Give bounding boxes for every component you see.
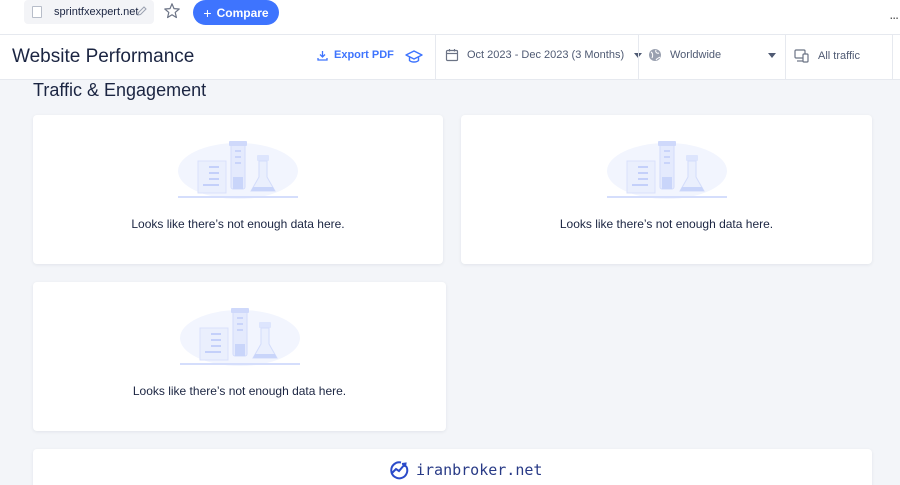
divider xyxy=(435,35,436,80)
chevron-down-icon xyxy=(768,52,776,58)
top-bar: sprintfxexpert.net + Compare ... xyxy=(0,0,900,34)
section-title: Traffic & Engagement xyxy=(33,80,207,100)
date-range-filter[interactable]: Oct 2023 - Dec 2023 (3 Months) xyxy=(445,48,643,62)
metrics-card: Looks like there’s not enough data here. xyxy=(33,282,446,431)
graduation-cap-icon[interactable] xyxy=(405,49,423,65)
more-options-icon[interactable]: ... xyxy=(889,6,899,22)
no-data-illustration-icon xyxy=(179,308,300,366)
document-icon xyxy=(32,6,42,18)
divider xyxy=(638,35,639,80)
export-pdf-label: Export PDF xyxy=(334,49,394,61)
engagement-card: Looks like there’s not enough data here. xyxy=(461,115,872,264)
trend-logo-icon xyxy=(390,461,409,480)
export-pdf-button[interactable]: Export PDF xyxy=(317,49,394,61)
page-title: Website Performance xyxy=(12,46,195,67)
plus-icon: + xyxy=(203,4,212,21)
globe-icon xyxy=(649,49,661,61)
domain-name: sprintfxexpert.net xyxy=(54,6,139,18)
empty-state-message: Looks like there’s not enough data here. xyxy=(132,384,347,398)
domain-chip[interactable]: sprintfxexpert.net xyxy=(24,0,154,24)
pencil-icon[interactable] xyxy=(136,5,148,17)
watermark: iranbroker.net xyxy=(388,460,542,480)
compare-label: Compare xyxy=(216,5,269,20)
region-value: Worldwide xyxy=(670,49,722,61)
star-icon[interactable] xyxy=(163,2,181,20)
download-icon xyxy=(317,50,328,61)
date-range-value: Oct 2023 - Dec 2023 (3 Months) xyxy=(467,49,625,61)
empty-state-message: Looks like there’s not enough data here. xyxy=(559,217,774,231)
no-data-illustration-icon xyxy=(178,141,298,199)
page-header: Website Performance Export PDF Oct 2023 … xyxy=(0,34,900,80)
no-data-illustration-icon xyxy=(606,141,727,199)
empty-state-message: Looks like there’s not enough data here. xyxy=(131,217,345,231)
traffic-filter[interactable]: All traffic xyxy=(794,48,860,64)
devices-icon xyxy=(794,49,809,63)
divider xyxy=(892,35,893,80)
watermark-text: iranbroker.net xyxy=(416,461,543,479)
traffic-card: Looks like there’s not enough data here. xyxy=(33,115,443,264)
calendar-icon xyxy=(445,49,459,62)
compare-button[interactable]: + Compare xyxy=(193,0,279,25)
traffic-value: All traffic xyxy=(818,50,860,62)
divider xyxy=(785,35,786,80)
region-filter[interactable]: Worldwide xyxy=(648,48,776,62)
